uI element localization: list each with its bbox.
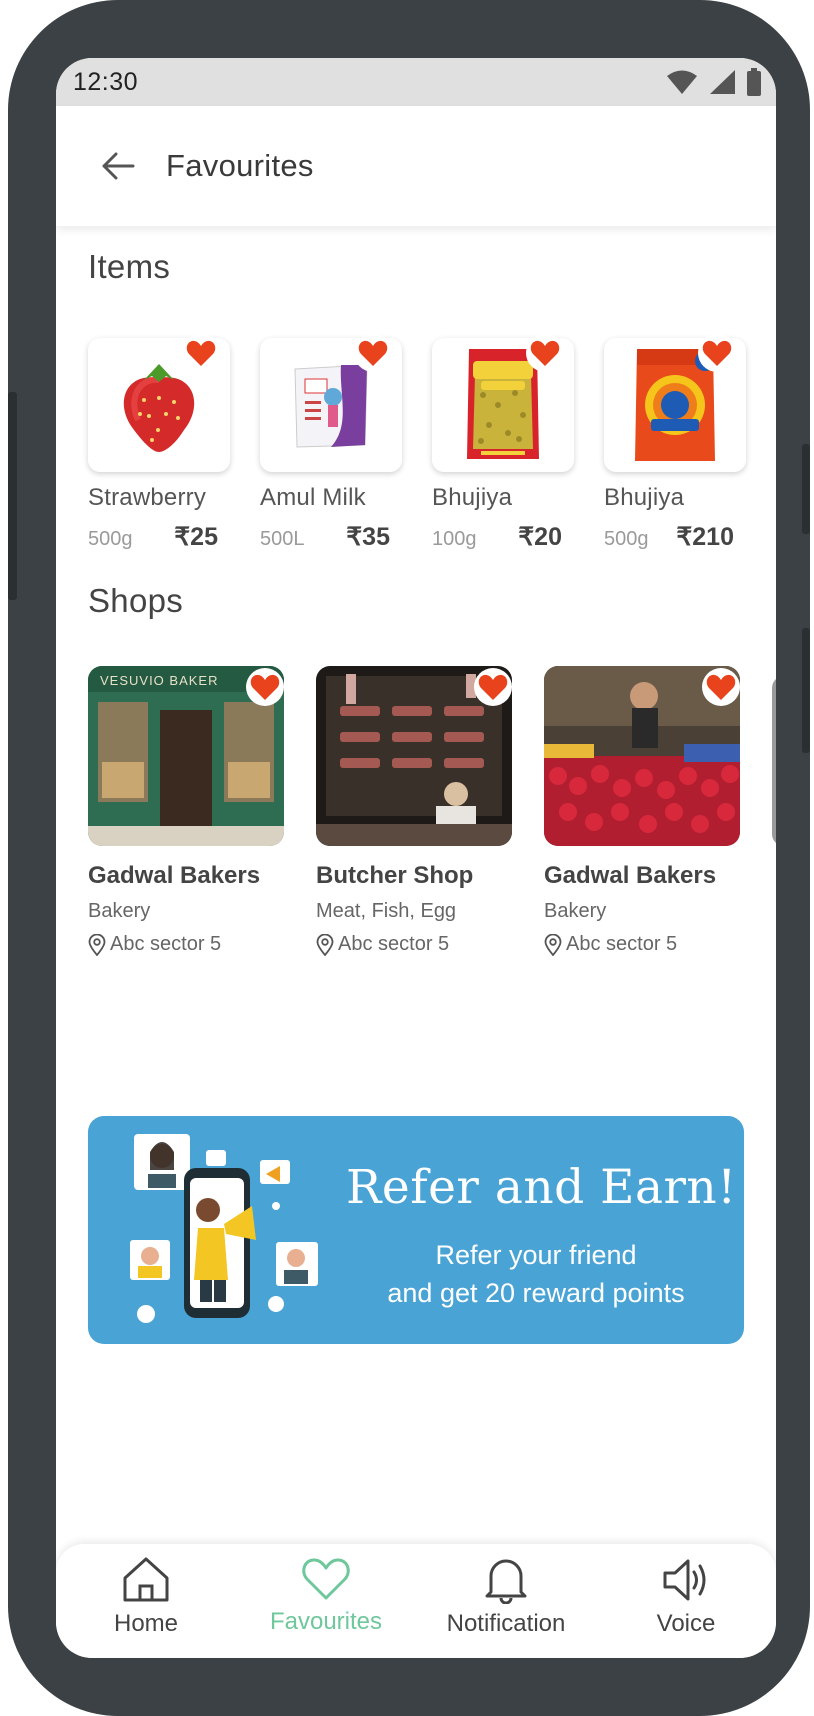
status-icons	[666, 68, 762, 96]
nav-voice[interactable]: Voice	[596, 1544, 776, 1658]
refer-earn-banner[interactable]: Refer and Earn! Refer your friend and ge…	[88, 1116, 744, 1344]
nav-notification-label: Notification	[446, 1610, 566, 1637]
refer-illustration	[130, 1134, 318, 1323]
item-meta: 500g ₹25	[88, 522, 218, 552]
item-card[interactable]: Bhujiya 500g ₹210	[604, 334, 749, 552]
item-meta: 500L ₹35	[260, 522, 390, 552]
volume-button	[8, 392, 17, 600]
favourite-toggle[interactable]	[698, 334, 736, 372]
item-name: Strawberry	[88, 484, 207, 511]
refer-line-1: Refer your friend	[435, 1240, 637, 1270]
item-name: Bhujiya	[604, 484, 685, 511]
shop-category: Bakery	[88, 900, 151, 922]
shop-card[interactable]: Gadwal Bakers Bakery Abc sector 5	[544, 666, 744, 956]
favourite-items-list: Strawberry 500g ₹25 Amul Milk 500L ₹35 B…	[88, 334, 776, 558]
location-pin-icon	[88, 933, 106, 956]
item-quantity: 500g	[88, 528, 133, 550]
shop-location-text: Abc sector 5	[566, 933, 678, 955]
favourite-toggle[interactable]	[246, 668, 284, 706]
side-button	[802, 628, 810, 753]
status-time: 12:30	[73, 67, 139, 96]
heart-icon	[358, 340, 388, 366]
bottom-navigation: Home Favourites Notification Voice	[56, 1544, 776, 1658]
wifi-icon	[667, 70, 697, 94]
signal-icon	[710, 70, 735, 94]
shop-location: Abc sector 5	[316, 933, 516, 956]
shop-category: Bakery	[544, 900, 607, 922]
bell-icon	[485, 1559, 527, 1604]
shop-name: Butcher Shop	[316, 862, 474, 889]
shop-card[interactable]: Butcher Shop Meat, Fish, Egg Abc sector …	[316, 666, 516, 956]
location-pin-icon	[544, 933, 562, 956]
nav-notification[interactable]: Notification	[416, 1544, 596, 1658]
power-button	[802, 444, 810, 534]
item-name: Bhujiya	[432, 484, 513, 511]
heart-icon	[706, 674, 736, 700]
heart-outline-icon	[302, 1558, 350, 1600]
item-quantity: 100g	[432, 528, 477, 550]
item-price: ₹20	[518, 523, 562, 551]
favourite-toggle[interactable]	[702, 668, 740, 706]
heart-icon	[186, 340, 216, 366]
item-name: Amul Milk	[260, 484, 366, 511]
back-arrow-icon	[102, 152, 135, 180]
shop-location-text: Abc sector 5	[110, 933, 222, 955]
favourite-toggle[interactable]	[182, 334, 220, 372]
nav-favourites[interactable]: Favourites	[236, 1544, 416, 1658]
shop-name: Gadwal Bakers	[544, 862, 717, 889]
favourite-shops-list: VESUVIO BAKER Gadwal Bakers Bakery Abc s…	[88, 666, 776, 966]
heart-icon	[702, 340, 732, 366]
speaker-icon	[663, 1559, 706, 1601]
items-section-title: Items	[88, 248, 171, 285]
favourite-toggle[interactable]	[526, 334, 564, 372]
heart-icon	[250, 674, 280, 700]
battery-icon	[747, 68, 761, 96]
item-price: ₹210	[676, 523, 734, 551]
location-pin-icon	[316, 933, 334, 956]
back-button[interactable]	[98, 146, 138, 186]
shop-card-partial[interactable]	[772, 676, 776, 846]
shop-card[interactable]: VESUVIO BAKER Gadwal Bakers Bakery Abc s…	[88, 666, 288, 956]
svg-text:VESUVIO BAKER: VESUVIO BAKER	[100, 673, 218, 688]
refer-line-2: and get 20 reward points	[387, 1278, 685, 1308]
nav-voice-label: Voice	[656, 1610, 716, 1637]
refer-subtitle: Refer your friend and get 20 reward poin…	[346, 1236, 726, 1312]
nav-favourites-label: Favourites	[269, 1608, 383, 1635]
heart-icon	[530, 340, 560, 366]
item-meta: 100g ₹20	[432, 522, 562, 552]
shop-location: Abc sector 5	[88, 933, 288, 956]
item-card[interactable]: Amul Milk 500L ₹35	[260, 334, 405, 552]
item-quantity: 500g	[604, 528, 649, 550]
shop-name: Gadwal Bakers	[88, 862, 261, 889]
page-title: Favourites	[166, 148, 314, 183]
heart-icon	[478, 674, 508, 700]
favourite-toggle[interactable]	[354, 334, 392, 372]
shops-section-title: Shops	[88, 582, 184, 619]
status-bar: 12:30	[56, 58, 776, 106]
item-price: ₹25	[174, 523, 218, 551]
item-card[interactable]: Bhujiya 100g ₹20	[432, 334, 577, 552]
shop-category: Meat, Fish, Egg	[316, 900, 457, 922]
nav-home-label: Home	[113, 1610, 179, 1637]
shop-location-text: Abc sector 5	[338, 933, 450, 955]
favourite-toggle[interactable]	[474, 668, 512, 706]
refer-title: Refer and Earn!	[346, 1160, 737, 1215]
item-card[interactable]: Strawberry 500g ₹25	[88, 334, 233, 552]
app-screen: 12:30 Favourites Items Strawberry 500g ₹…	[56, 58, 776, 1658]
shop-location: Abc sector 5	[544, 933, 744, 956]
app-header: Favourites	[56, 106, 776, 226]
item-meta: 500g ₹210	[604, 522, 734, 552]
nav-home[interactable]: Home	[56, 1544, 236, 1658]
home-icon	[123, 1557, 169, 1602]
item-price: ₹35	[346, 523, 390, 551]
device-frame: 12:30 Favourites Items Strawberry 500g ₹…	[8, 0, 810, 1716]
item-quantity: 500L	[260, 528, 305, 550]
